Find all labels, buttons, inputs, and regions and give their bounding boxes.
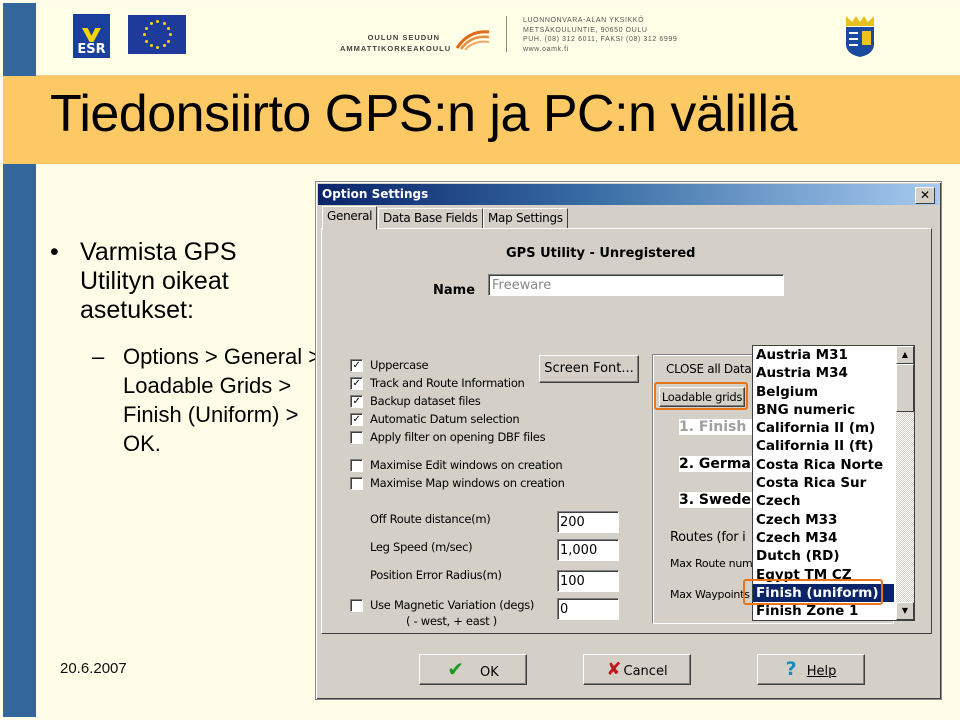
tab-map-settings[interactable]: Map Settings	[483, 208, 568, 229]
grid-list-item[interactable]: Costa Rica Sur	[753, 474, 914, 492]
eu-star-icon	[144, 39, 148, 43]
school-logo-icon	[455, 30, 490, 50]
grid-slot-2: 2. German	[679, 456, 763, 472]
checkbox-icon[interactable]	[350, 599, 363, 612]
scroll-down-button[interactable]: ▼	[896, 602, 914, 620]
app-name-heading: GPS Utility - Unregistered	[506, 246, 696, 261]
close-all-data-label: CLOSE all Data	[666, 362, 752, 376]
checkbox-icon[interactable]: ✓	[350, 413, 363, 426]
grid-list-item[interactable]: BNG numeric	[753, 401, 914, 419]
checkbox-maximise-edit[interactable]: Maximise Edit windows on creation	[350, 458, 563, 472]
max-waypoints-label: Max Waypoints	[670, 588, 750, 601]
tab-general[interactable]: General	[322, 206, 378, 230]
eu-star-icon	[156, 46, 159, 49]
help-button[interactable]: ? Help	[757, 654, 865, 685]
off-route-label: Off Route distance(m)	[370, 512, 491, 526]
eu-star-icon	[149, 21, 153, 25]
eu-star-icon	[169, 33, 172, 36]
listbox-scrollbar[interactable]: ▲ ▼	[896, 346, 914, 620]
name-label: Name	[433, 283, 476, 298]
position-error-label: Position Error Radius(m)	[370, 568, 502, 582]
eu-star-icon	[149, 44, 153, 48]
eu-star-icon	[167, 39, 171, 43]
cancel-button[interactable]: ✘ Cancel	[583, 654, 691, 685]
checkbox-backup-dataset[interactable]: ✓ Backup dataset files	[350, 394, 481, 408]
scroll-up-button[interactable]: ▲	[896, 346, 914, 364]
checkbox-icon[interactable]: ✓	[350, 377, 363, 390]
checkbox-icon[interactable]	[350, 459, 363, 472]
screen-font-button[interactable]: Screen Font...	[539, 355, 639, 383]
eu-star-icon	[162, 21, 166, 25]
checkbox-magnetic-variation[interactable]: Use Magnetic Variation (degs)	[350, 598, 534, 612]
option-settings-dialog: Option Settings ✕ General Data Base Fiel…	[315, 181, 942, 700]
grid-list-item[interactable]: Czech M34	[753, 529, 914, 547]
checkbox-maximise-map[interactable]: Maximise Map windows on creation	[350, 476, 565, 490]
eu-star-icon	[144, 26, 148, 30]
checkbox-icon[interactable]: ✓	[350, 395, 363, 408]
off-route-input[interactable]: 200	[557, 511, 619, 533]
checkbox-icon[interactable]	[350, 477, 363, 490]
grid-list-item[interactable]: Austria M31	[753, 346, 914, 364]
leg-speed-input[interactable]: 1,000	[557, 539, 619, 561]
address-block: LUONNONVARA-ALAN YKSIKKÖ METSÄKOULUNTIE,…	[523, 17, 678, 53]
header-divider	[506, 16, 507, 52]
tab-data-base-fields[interactable]: Data Base Fields	[378, 208, 483, 229]
cross-icon: ✘	[606, 659, 622, 680]
esr-logo: ESR	[73, 14, 110, 58]
routes-label: Routes (for i	[670, 530, 746, 545]
grid-list-item[interactable]: Czech M33	[753, 511, 914, 529]
checkbox-automatic-datum[interactable]: ✓ Automatic Datum selection	[350, 412, 520, 426]
grid-list-item[interactable]: Dutch (RD)	[753, 547, 914, 565]
checkbox-icon[interactable]	[350, 431, 363, 444]
scroll-thumb[interactable]	[896, 364, 914, 412]
checkmark-icon: ✔	[447, 657, 464, 681]
grid-list-item[interactable]: California II (ft)	[753, 437, 914, 455]
slide-date: 20.6.2007	[60, 660, 127, 677]
checkbox-track-route-info[interactable]: ✓ Track and Route Information	[350, 376, 525, 390]
loadable-grids-highlight	[654, 382, 748, 410]
coat-of-arms-icon	[846, 16, 874, 57]
finish-uniform-highlight	[743, 579, 883, 605]
eu-star-icon	[162, 44, 166, 48]
magnetic-variation-input[interactable]: 0	[557, 598, 619, 620]
checkbox-uppercase[interactable]: ✓ Uppercase	[350, 358, 429, 372]
slide-title: Tiedonsiirto GPS:n ja PC:n välillä	[50, 85, 797, 143]
name-input[interactable]: Freeware	[488, 274, 784, 296]
close-button[interactable]: ✕	[915, 187, 935, 204]
checkbox-icon[interactable]: ✓	[350, 359, 363, 372]
eu-star-icon	[143, 33, 146, 36]
grid-slot-3: 3. Swede	[679, 492, 753, 508]
eu-flag-logo	[128, 15, 186, 54]
grid-slot-1: 1. Finish (	[679, 419, 760, 435]
leg-speed-label: Leg Speed (m/sec)	[370, 540, 473, 554]
question-icon: ?	[785, 658, 797, 680]
eu-star-icon	[167, 26, 171, 30]
position-error-input[interactable]: 100	[557, 570, 619, 592]
school-name: OULUN SEUDUN AMMATTIKORKEAKOULU	[340, 33, 452, 53]
dialog-titlebar[interactable]: Option Settings ✕	[318, 184, 939, 205]
ok-button[interactable]: ✔ OK	[419, 654, 527, 685]
grid-list-item[interactable]: Belgium	[753, 383, 914, 401]
magnetic-sublabel: ( - west, + east )	[406, 614, 497, 628]
max-route-label: Max Route num	[670, 557, 753, 570]
grid-list-item[interactable]: California II (m)	[753, 419, 914, 437]
grid-list-item[interactable]: Costa Rica Norte	[753, 456, 914, 474]
grid-list-item[interactable]: Austria M34	[753, 364, 914, 382]
checkbox-apply-filter[interactable]: Apply filter on opening DBF files	[350, 430, 546, 444]
eu-star-icon	[156, 20, 159, 23]
grid-list-item[interactable]: Czech	[753, 492, 914, 510]
